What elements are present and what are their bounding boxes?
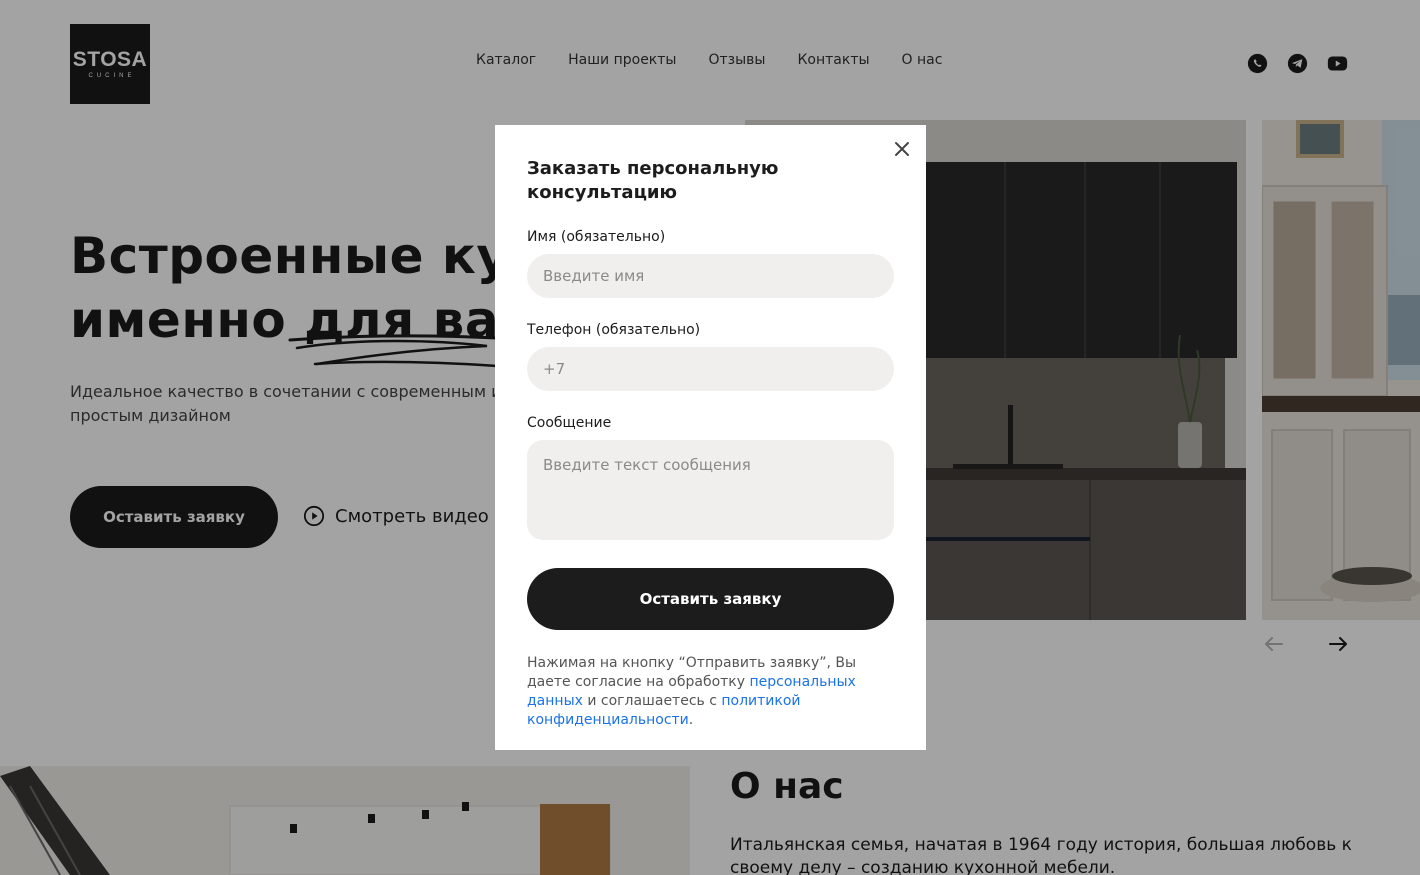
phone-input[interactable] — [527, 347, 894, 391]
modal-title: Заказать персональную консультацию — [527, 158, 779, 203]
consent-text-part-3: . — [688, 712, 694, 728]
name-label: Имя (обязательно) — [527, 229, 666, 245]
message-label: Сообщение — [527, 415, 612, 431]
phone-label: Телефон (обязательно) — [527, 322, 701, 338]
submit-request-button[interactable]: Оставить заявку — [527, 568, 894, 630]
message-textarea[interactable] — [527, 440, 894, 540]
close-icon[interactable] — [893, 140, 911, 158]
consent-text-part-2: и соглашаетесь с — [582, 693, 722, 709]
consultation-modal: Заказать персональную консультацию Имя (… — [495, 125, 926, 750]
consent-text: Нажимая на кнопку “Отправить заявку”, Вы… — [527, 654, 887, 730]
name-input[interactable] — [527, 254, 894, 298]
